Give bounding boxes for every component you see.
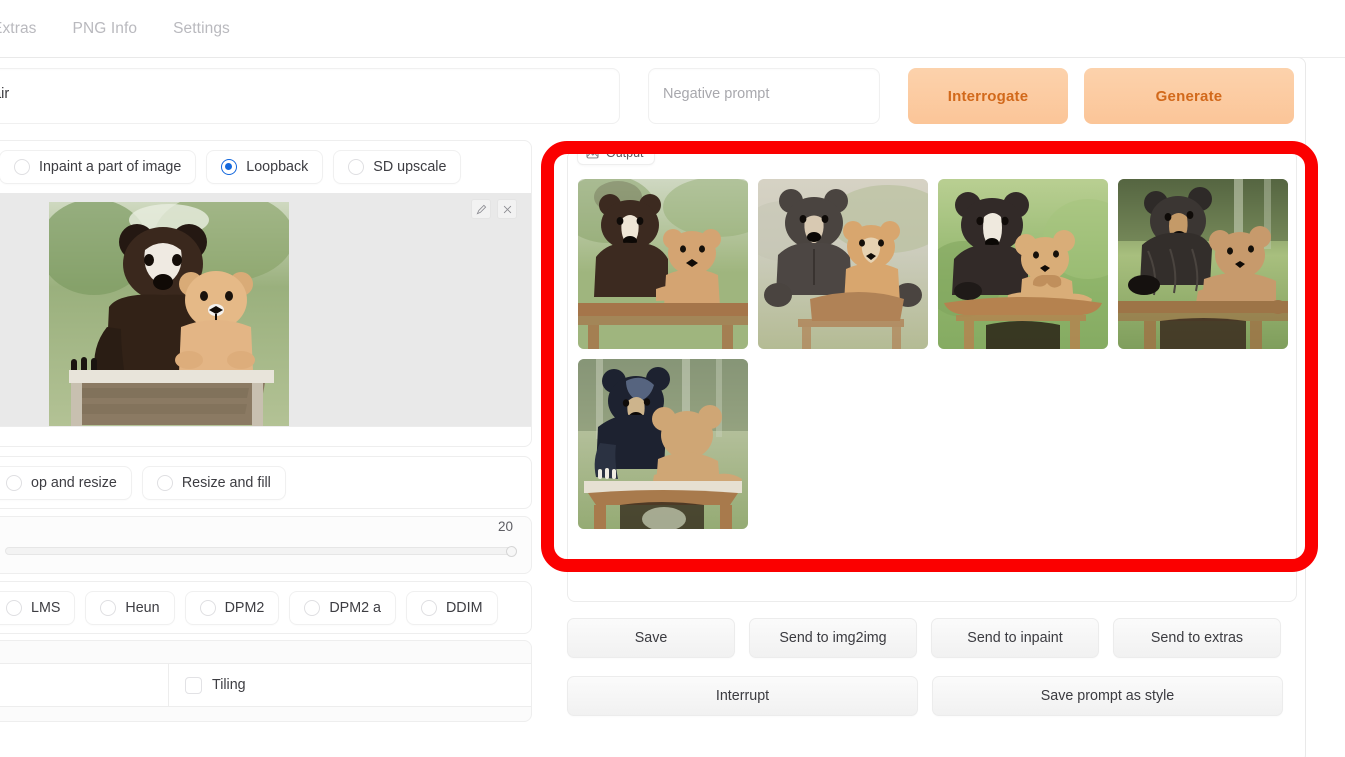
output-image-3[interactable] [938,179,1108,349]
output-image-5[interactable] [578,359,748,529]
button-interrupt[interactable]: Interrupt [567,676,918,716]
radio-dot-icon [14,159,30,175]
button-save[interactable]: Save [567,618,735,658]
gallery-button-row-2: Interrupt Save prompt as style [567,676,1297,716]
top-tab-bar: ExtrasPNG InfoSettings [0,0,1345,58]
radio-ddim[interactable]: DDIM [405,591,498,625]
resize-mode-block: op and resize Resize and fill [0,456,532,509]
generate-button[interactable]: Generate [1084,68,1294,124]
output-image-2[interactable] [758,179,928,349]
output-image-grid [578,179,1288,529]
app-root: ExtrasPNG InfoSettings hair Negative pro… [0,0,1345,757]
image-icon [586,148,599,158]
output-image-4[interactable] [1118,179,1288,349]
interrogate-button[interactable]: Interrogate [908,68,1068,124]
radio-dot-icon [304,600,321,616]
right-output-column: Output Save Send to img2img Send to inpa… [558,140,1306,757]
input-image-area[interactable] [0,193,531,427]
radio-inpaint-a-part-of-image[interactable]: Inpaint a part of image [0,150,197,184]
tab-png-info[interactable]: PNG Info [55,20,156,38]
close-icon-glyph [503,205,511,213]
radio-dpm2-a[interactable]: DPM2 a [289,591,396,625]
input-image-thumbnail[interactable] [49,202,289,426]
radio-lms[interactable]: LMS [0,591,76,625]
tiling-row: Tiling [0,663,531,707]
output-label-text: Output [606,146,644,160]
output-image-graphic [578,359,748,529]
image-toolbar [471,199,517,219]
negative-prompt-input[interactable]: Negative prompt [648,68,880,124]
sampler-block: LMS Heun DPM2 DPM2 a DDIM [0,581,532,634]
steps-value: 20 [497,519,513,534]
radio-sd-upscale[interactable]: SD upscale [333,150,462,184]
gallery-button-row-1: Save Send to img2img Send to inpaint Send t… [567,618,1297,658]
tiling-checkbox-box[interactable] [185,676,202,694]
radio-dot-icon [348,159,365,175]
radio-label: DDIM [445,600,483,616]
output-label: Output [577,141,655,165]
tab-extras[interactable]: Extras [0,20,55,38]
tab-list: ExtrasPNG InfoSettings [0,0,1345,58]
radio-label: DPM2 a [329,600,381,616]
tiling-label: Tiling [212,677,246,693]
button-send-to-img2img[interactable]: Send to img2img [749,618,917,658]
output-image-graphic [578,179,748,349]
output-image-graphic [938,179,1108,349]
radio-label: DPM2 [224,600,265,616]
radio-dot-icon [6,600,22,616]
steps-slider-track[interactable] [5,546,517,557]
prompt-input[interactable]: hair [0,68,620,124]
radio-label: SD upscale [373,159,447,175]
radio-label: Inpaint a part of image [39,159,182,175]
edit-icon[interactable] [471,199,491,219]
tiling-left-cell [0,663,169,707]
prompt-row: hair Negative prompt Interrogate Generat… [0,68,1310,126]
tiling-block: Tiling [0,640,532,722]
radio-heun[interactable]: Heun [85,591,175,625]
steps-slider-block: 20 [0,516,532,574]
radio-op-and-resize[interactable]: op and resize [0,466,132,500]
left-settings-column: Inpaint a part of image Loopback SD upscal… [0,140,532,757]
radio-label: LMS [31,600,61,616]
output-gallery-panel: Output [567,141,1297,602]
radio-dot-icon [420,600,437,616]
output-image-graphic [758,179,928,349]
radio-label: op and resize [31,475,117,491]
button-save-prompt-as-style[interactable]: Save prompt as style [932,676,1283,716]
edit-icon-glyph [476,204,486,214]
steps-slider-knob[interactable] [505,546,517,557]
radio-loopback[interactable]: Loopback [206,150,324,184]
radio-label: Loopback [246,159,309,175]
radio-label: Heun [125,600,160,616]
button-send-to-inpaint[interactable]: Send to inpaint [931,618,1099,658]
radio-dot-icon [156,475,173,491]
tiling-checkbox[interactable]: Tiling [169,676,531,694]
output-image-graphic [1118,179,1288,349]
sampler-radio-group: LMS Heun DPM2 DPM2 a DDIM [0,582,531,634]
radio-dot-icon [6,475,22,491]
mode-radio-group: Inpaint a part of image Loopback SD upscal… [0,141,531,193]
radio-dpm2[interactable]: DPM2 [184,591,280,625]
input-image-graphic [49,202,289,426]
radio-label: Resize and fill [181,475,271,491]
tab-settings[interactable]: Settings [155,20,248,38]
radio-dot-icon [199,600,216,616]
radio-resize-and-fill[interactable]: Resize and fill [141,466,286,500]
radio-dot-icon [100,600,117,616]
button-send-to-extras[interactable]: Send to extras [1113,618,1281,658]
close-icon[interactable] [497,199,517,219]
steps-slider[interactable]: 20 [0,517,531,569]
mode-and-image-block: Inpaint a part of image Loopback SD upscal… [0,140,532,447]
resize-radio-group: op and resize Resize and fill [0,457,531,509]
radio-dot-icon [221,159,238,175]
output-image-1[interactable] [578,179,748,349]
